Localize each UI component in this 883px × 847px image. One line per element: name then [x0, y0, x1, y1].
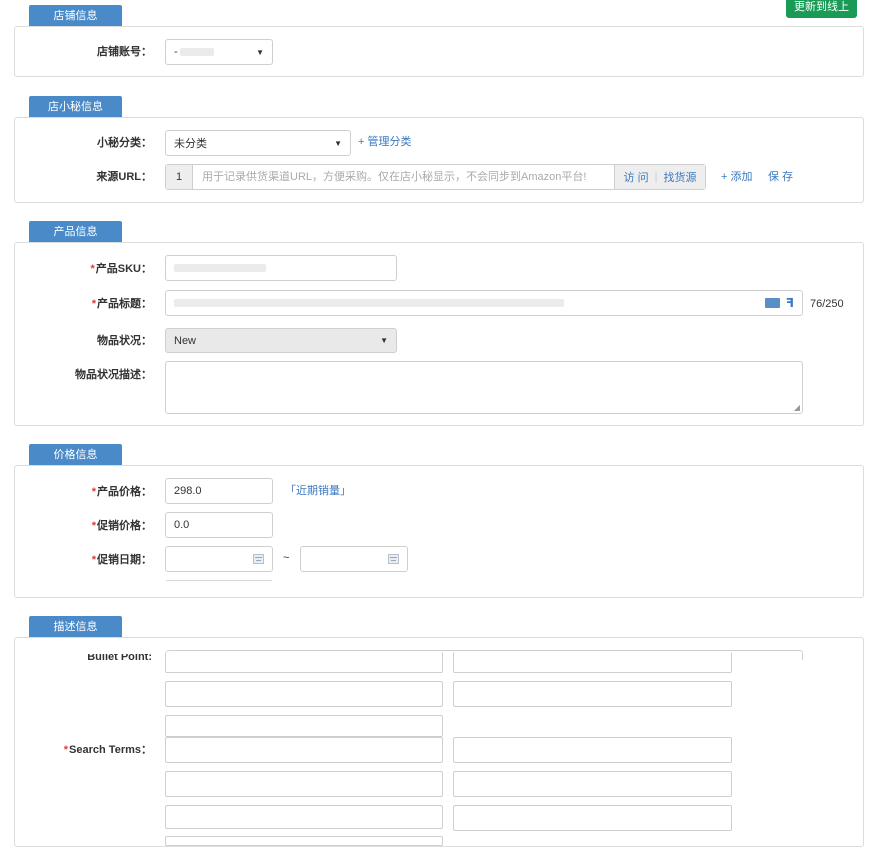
source-url-label: 来源URL：: [96, 171, 152, 183]
update-online-button[interactable]: 更新到线上: [786, 0, 857, 18]
blurred-text: [174, 264, 266, 272]
price-label: *产品价格：: [12, 485, 152, 499]
required-mark: *: [91, 486, 96, 498]
promo-end-date-input[interactable]: [300, 546, 408, 572]
sku-label: *产品SKU：: [12, 262, 152, 276]
category-value: 未分类: [174, 138, 207, 150]
promo-date-label-text: 促销日期：: [97, 554, 152, 566]
manage-category-link[interactable]: + 管理分类: [358, 135, 411, 149]
bullet-point-input-2[interactable]: [453, 652, 732, 673]
tab-assistant-info: 店小秘信息: [29, 96, 122, 118]
bullet-point-input-1[interactable]: [165, 652, 443, 673]
visit-button[interactable]: 访 问: [624, 169, 649, 185]
calendar-icon[interactable]: [253, 554, 264, 564]
bullet-point-input-3[interactable]: [165, 681, 443, 707]
search-terms-input-4[interactable]: [453, 771, 732, 797]
source-url-group: 1 用于记录供货渠道URL，方便采购。仅在店小秘显示，不会同步到Amazon平台…: [165, 164, 706, 190]
title-char-count: 76/250: [810, 298, 844, 310]
tab-price-info: 价格信息: [29, 444, 122, 466]
tab-description-info: 描述信息: [29, 616, 122, 638]
separator: |: [654, 171, 658, 183]
store-account-value: -: [174, 46, 178, 58]
source-url-input[interactable]: 用于记录供货渠道URL，方便采购。仅在店小秘显示，不会同步到Amazon平台!: [193, 165, 614, 189]
condition-label: 物品状况：: [97, 335, 152, 347]
required-mark: *: [91, 554, 96, 566]
search-terms-input-1[interactable]: [165, 737, 443, 763]
condition-value: New: [174, 334, 197, 347]
date-separator: ~: [283, 552, 290, 564]
price-label-text: 产品价格：: [97, 486, 152, 498]
blurred-text: [179, 48, 214, 56]
store-account-select[interactable]: - ▼: [165, 39, 273, 65]
store-account-label: 店铺账号：: [97, 46, 152, 58]
category-select[interactable]: 未分类 ▼: [165, 130, 351, 156]
search-terms-label: *Search Terms：: [12, 743, 152, 757]
required-mark: *: [90, 263, 95, 275]
recent-sales-link[interactable]: 「近期销量」: [285, 484, 351, 498]
source-url-actions: 访 问 | 找货源: [614, 165, 705, 189]
title-label-text: 产品标题：: [97, 298, 152, 310]
category-label: 小秘分类：: [97, 137, 152, 149]
chevron-down-icon: ▼: [380, 336, 388, 345]
update-online-label: 更新到线上: [794, 1, 849, 13]
search-terms-input-2[interactable]: [453, 737, 732, 763]
required-mark: *: [63, 744, 69, 756]
text-format-icon[interactable]: ꟻ: [786, 296, 794, 310]
condition-desc-textarea[interactable]: ◢: [165, 361, 803, 414]
bullet-point-input-5[interactable]: [165, 715, 443, 737]
search-terms-input-6[interactable]: [453, 805, 732, 831]
keyboard-icon[interactable]: [764, 298, 780, 308]
blurred-text: [174, 299, 564, 307]
bullet-point-input-4[interactable]: [453, 681, 732, 707]
calendar-icon[interactable]: [388, 554, 399, 564]
promo-date-label: *促销日期：: [12, 553, 152, 567]
add-source-link[interactable]: + 添加: [721, 170, 752, 184]
title-tools: ꟻ: [764, 296, 794, 310]
promo-price-input[interactable]: 0.0: [165, 512, 273, 538]
bullet-point-label-text: Bullet Point:: [87, 654, 152, 663]
assistant-info-panel: [14, 117, 864, 203]
sku-input[interactable]: [165, 255, 397, 281]
promo-price-label-text: 促销价格：: [97, 520, 152, 532]
chevron-down-icon: ▼: [334, 138, 342, 148]
promo-start-date-input[interactable]: [165, 546, 273, 572]
search-terms-label-text: Search Terms：: [69, 744, 152, 756]
required-mark: *: [91, 520, 96, 532]
title-label: *产品标题：: [12, 297, 152, 311]
search-terms-input-3[interactable]: [165, 771, 443, 797]
required-mark: *: [91, 298, 96, 310]
price-input[interactable]: 298.0: [165, 478, 273, 504]
save-source-link[interactable]: 保 存: [768, 170, 793, 184]
promo-price-label: *促销价格：: [12, 519, 152, 533]
search-terms-input-7[interactable]: [165, 836, 443, 846]
tab-product-info: 产品信息: [29, 221, 122, 243]
price-value: 298.0: [174, 485, 202, 497]
source-url-index: 1: [166, 165, 193, 189]
resize-handle-icon[interactable]: ◢: [794, 403, 800, 412]
sku-label-text: 产品SKU：: [95, 263, 152, 275]
condition-select[interactable]: New ▼: [165, 328, 397, 353]
search-terms-input-5[interactable]: [165, 805, 443, 829]
bullet-point-label: Bullet Point:: [12, 654, 152, 664]
chevron-down-icon: ▼: [256, 47, 264, 57]
condition-desc-label: 物品状况描述：: [75, 369, 152, 381]
tab-store-info: 店铺信息: [29, 5, 122, 27]
promo-price-value: 0.0: [174, 519, 190, 531]
find-source-button[interactable]: 找货源: [663, 169, 696, 185]
title-input[interactable]: ꟻ: [165, 290, 803, 316]
date-dropdown-edge: [166, 580, 272, 581]
